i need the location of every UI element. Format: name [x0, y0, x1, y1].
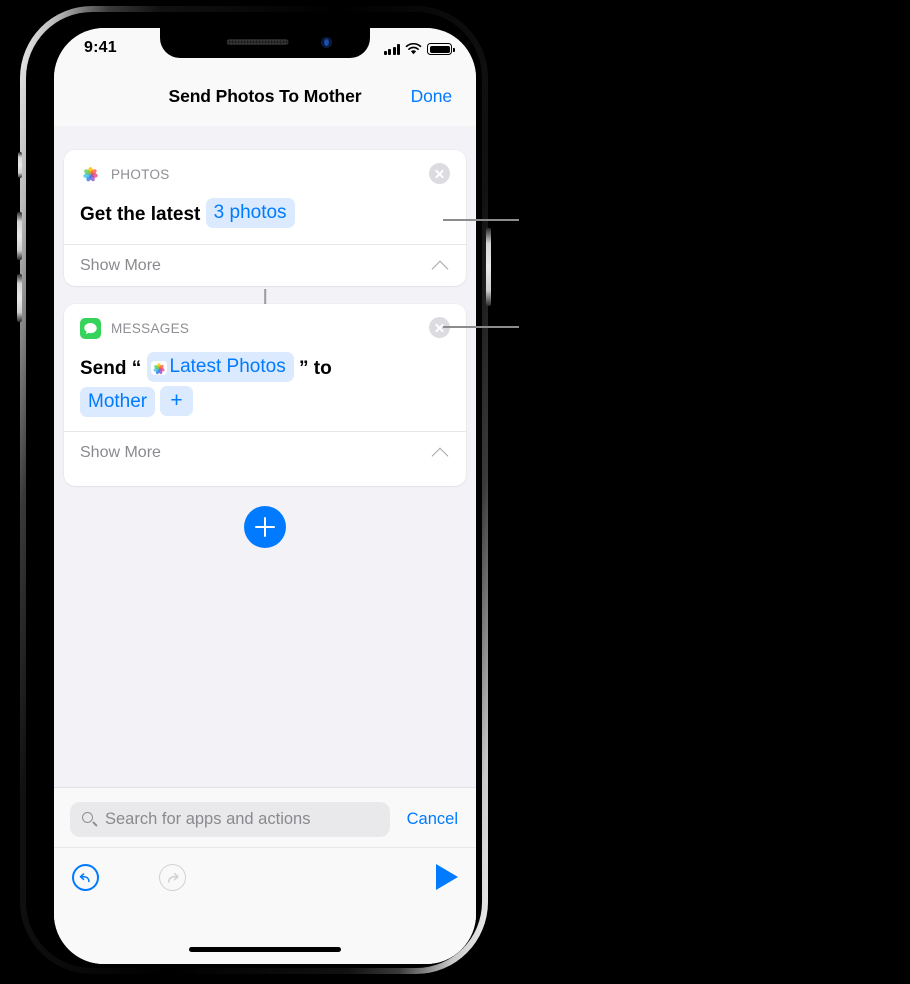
parameter-token-latest-photos[interactable]: Latest Photos — [146, 352, 294, 382]
cancel-button[interactable]: Cancel — [407, 810, 458, 829]
redo-icon — [168, 872, 179, 883]
silent-switch[interactable] — [18, 152, 22, 178]
side-power-button[interactable] — [486, 228, 491, 306]
leader-line-photos-action — [443, 219, 519, 221]
search-icon — [82, 812, 93, 823]
show-more-row-photos[interactable]: Show More — [64, 245, 466, 287]
phone-screen: 9:41 Send Photos To Mother Done PHOTOS G… — [54, 28, 476, 964]
wifi-icon — [405, 43, 422, 55]
photos-app-icon — [150, 359, 167, 375]
bottom-toolbar — [54, 847, 476, 964]
parameter-token-label: Latest Photos — [169, 356, 286, 377]
undo-button[interactable] — [72, 864, 99, 891]
run-shortcut-button[interactable] — [436, 864, 458, 890]
action-card-header: PHOTOS — [64, 150, 466, 198]
close-quote: ” — [299, 358, 309, 379]
battery-icon — [427, 43, 455, 55]
parameter-token-photo-count[interactable]: 3 photos — [205, 198, 295, 228]
device-notch — [160, 28, 370, 58]
done-button[interactable]: Done — [411, 86, 453, 107]
volume-up-button[interactable] — [17, 212, 22, 260]
messages-app-icon — [80, 318, 101, 339]
undo-icon — [79, 873, 90, 883]
front-camera-icon — [321, 37, 332, 48]
phone-device-frame: 9:41 Send Photos To Mother Done PHOTOS G… — [17, 6, 491, 974]
action-connector-line — [264, 289, 266, 304]
action-card-app-name: MESSAGES — [111, 321, 190, 336]
action-card-header: MESSAGES — [64, 304, 466, 352]
status-bar-indicators — [383, 41, 455, 55]
volume-down-button[interactable] — [17, 274, 22, 322]
action-card-photos[interactable]: PHOTOS Get the latest 3 photos Show More — [64, 150, 466, 286]
show-more-label: Show More — [80, 256, 161, 274]
navigation-bar: Send Photos To Mother Done — [54, 72, 476, 126]
chevron-up-icon — [431, 447, 449, 464]
open-quote: “ — [131, 358, 142, 379]
search-bar: Search for apps and actions Cancel — [54, 787, 476, 848]
parameter-token-recipient[interactable]: Mother — [80, 387, 156, 417]
action-card-app-name: PHOTOS — [111, 167, 170, 182]
action-text-prefix: Send — [80, 358, 127, 379]
action-text-middle: to — [313, 358, 332, 379]
action-text-prefix: Get the latest — [80, 204, 201, 225]
photos-app-icon — [80, 164, 101, 185]
cellular-signal-icon — [383, 44, 400, 55]
home-indicator[interactable] — [189, 947, 341, 952]
close-circle-icon[interactable] — [429, 163, 450, 184]
chevron-up-icon — [431, 260, 449, 277]
show-more-label: Show More — [80, 443, 161, 461]
search-placeholder: Search for apps and actions — [105, 810, 311, 828]
search-input[interactable]: Search for apps and actions — [70, 802, 390, 837]
earpiece-speaker-icon — [226, 39, 289, 45]
status-bar-time: 9:41 — [84, 39, 117, 56]
add-action-button[interactable] — [244, 506, 286, 548]
add-recipient-button[interactable]: + — [160, 386, 193, 416]
action-card-messages[interactable]: MESSAGES Send “ Latest Photos ” to Mothe… — [64, 304, 466, 486]
redo-button — [159, 864, 186, 891]
leader-line-messages-action — [443, 326, 519, 328]
action-card-body: Send “ Latest Photos ” to Mother + — [64, 352, 466, 421]
show-more-row-messages[interactable]: Show More — [64, 432, 466, 474]
action-card-body: Get the latest 3 photos — [64, 198, 466, 232]
